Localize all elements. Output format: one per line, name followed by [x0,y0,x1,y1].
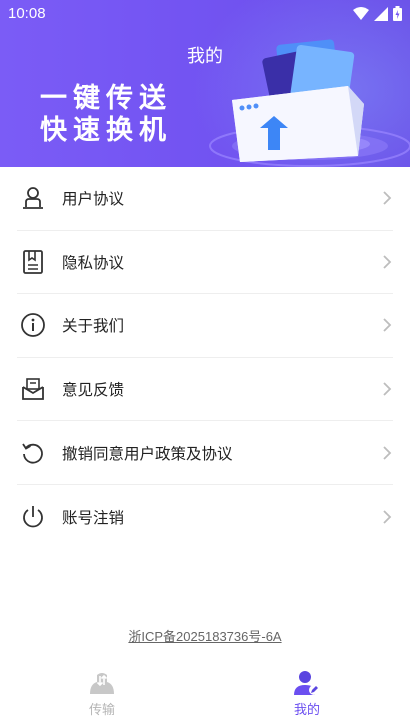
power-icon [19,503,47,531]
tab-label: 传输 [88,703,115,718]
page-title: 我的 [187,46,223,67]
tab-profile[interactable]: 我的 [247,670,367,718]
menu-label: 用户协议 [62,190,125,209]
icp-license-link[interactable]: 浙ICP备2025183736号-6A [0,626,410,645]
menu-label: 意见反馈 [62,381,125,400]
chevron-right-icon [383,191,392,205]
menu-item-revoke-consent[interactable]: 撤销同意用户政策及协议 [17,421,393,485]
chevron-right-icon [383,446,392,460]
menu-item-about-us[interactable]: 关于我们 [17,294,393,358]
privacy-document-icon [19,248,47,276]
tab-label: 我的 [293,703,320,718]
menu-item-privacy-agreement[interactable]: 隐私协议 [17,231,393,295]
menu-label: 账号注销 [62,508,125,527]
wifi-icon [353,6,369,20]
bottom-tab-bar: 传输 我的 [0,664,410,728]
status-icons [353,6,402,21]
revoke-refresh-icon [19,439,47,467]
tab-transfer[interactable]: 传输 [42,670,162,718]
chevron-right-icon [383,255,392,269]
chevron-right-icon [383,382,392,396]
menu-label: 撤销同意用户政策及协议 [62,444,233,463]
feedback-mail-icon [19,375,47,403]
menu-item-feedback[interactable]: 意见反馈 [17,358,393,422]
menu-label: 关于我们 [62,317,125,336]
menu-item-account-deletion[interactable]: 账号注销 [17,485,393,549]
settings-menu: 用户协议 隐私协议 关于我们 意见反馈 撤销同意用户政策及协议 账号注销 [0,167,410,549]
info-icon [19,311,47,339]
status-time: 10:08 [8,5,46,22]
user-agreement-icon [19,184,47,212]
menu-item-user-agreement[interactable]: 用户协议 [17,167,393,231]
battery-icon [393,6,402,21]
header-banner: 10:08 我的 一键传送 快速换机 [0,0,410,167]
menu-label: 隐私协议 [62,253,125,272]
status-bar: 10:08 [0,0,410,28]
chevron-right-icon [383,318,392,333]
chevron-right-icon [383,510,392,524]
profile-icon [294,671,319,695]
slogan-line-2: 快速换机 [40,115,172,146]
transfer-icon [90,673,114,694]
signal-icon [374,6,388,21]
